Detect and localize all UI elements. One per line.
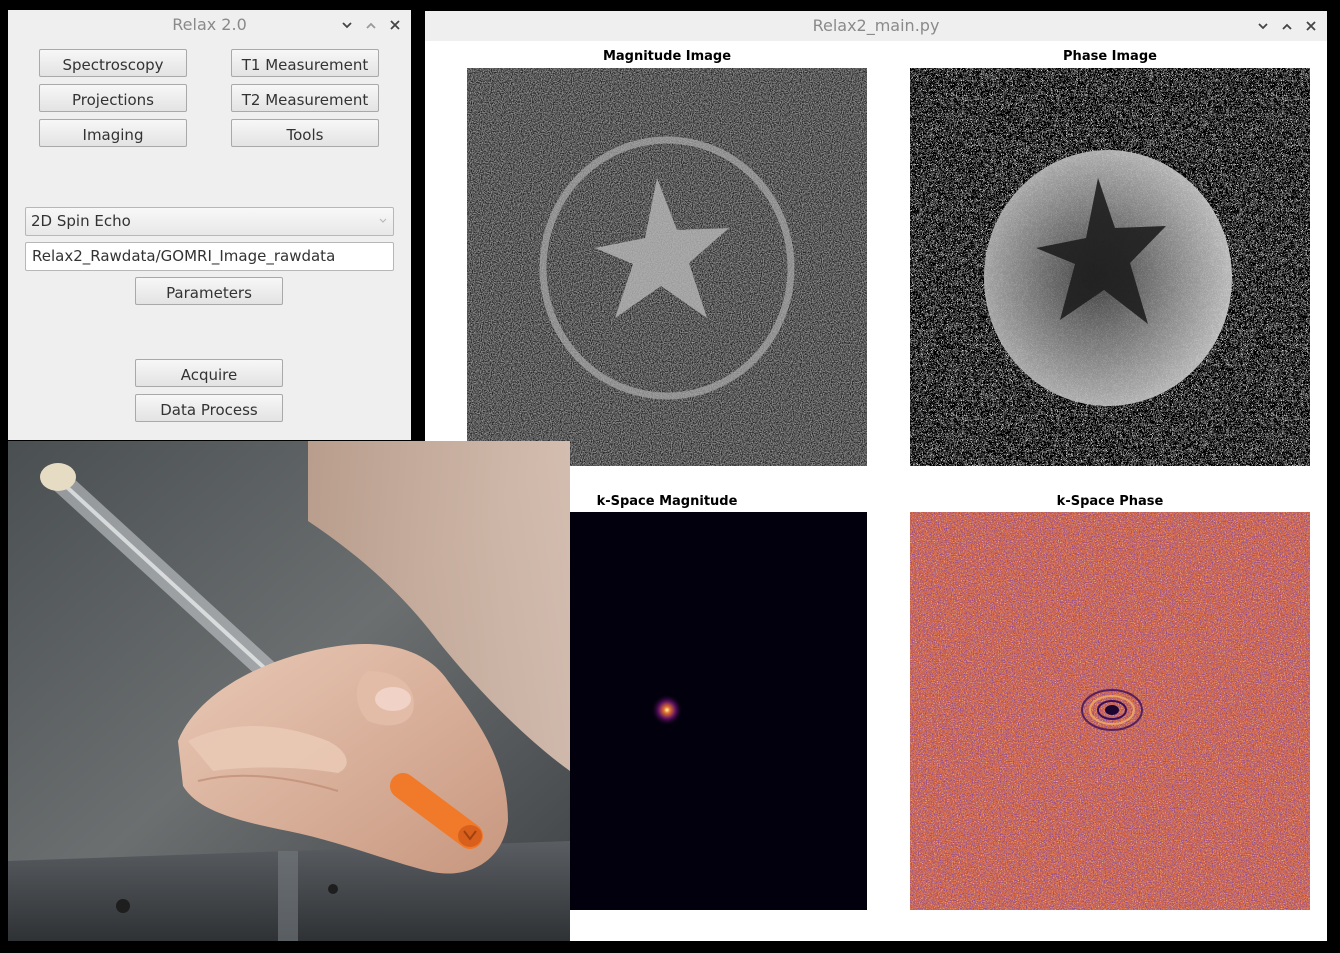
minimize-icon[interactable] (337, 13, 357, 37)
data-process-button[interactable]: Data Process (135, 394, 283, 422)
datapath-input[interactable]: Relax2_Rawdata/GOMRI_Image_rawdata (25, 242, 394, 271)
kspace-phase-title: k-Space Phase (1056, 494, 1164, 509)
parameters-button[interactable]: Parameters (135, 277, 283, 305)
relax-window: Relax 2.0 Spectroscopy T1 Measurement Pr… (8, 10, 411, 440)
close-icon[interactable] (1301, 14, 1321, 38)
projections-button[interactable]: Projections (39, 84, 187, 112)
plot-window-controls (1253, 11, 1321, 41)
acquire-button[interactable]: Acquire (135, 359, 283, 387)
magnitude-image-title: Magnitude Image (602, 49, 732, 64)
sample-tube-photo (8, 441, 570, 941)
minimize-icon[interactable] (1253, 14, 1273, 38)
close-icon[interactable] (385, 13, 405, 37)
phase-image-title: Phase Image (1063, 49, 1157, 64)
sequence-select-value: 2D Spin Echo (31, 212, 131, 230)
maximize-icon[interactable] (1277, 14, 1297, 38)
relax-window-title: Relax 2.0 (172, 15, 247, 34)
kspace-phase-image (910, 512, 1310, 910)
relax-titlebar[interactable]: Relax 2.0 (8, 10, 411, 40)
t2-measurement-button[interactable]: T2 Measurement (231, 84, 379, 112)
t1-measurement-button[interactable]: T1 Measurement (231, 49, 379, 77)
relax-window-controls (337, 10, 405, 40)
tools-button[interactable]: Tools (231, 119, 379, 147)
imaging-button[interactable]: Imaging (39, 119, 187, 147)
spectroscopy-button[interactable]: Spectroscopy (39, 49, 187, 77)
chevron-down-icon (379, 218, 387, 223)
plot-window-titlebar[interactable]: Relax2_main.py (425, 11, 1327, 41)
phase-image (910, 68, 1310, 466)
magnitude-image (467, 68, 867, 466)
maximize-icon[interactable] (361, 13, 381, 37)
sequence-select[interactable]: 2D Spin Echo (25, 207, 394, 236)
plot-window-title: Relax2_main.py (812, 16, 940, 35)
